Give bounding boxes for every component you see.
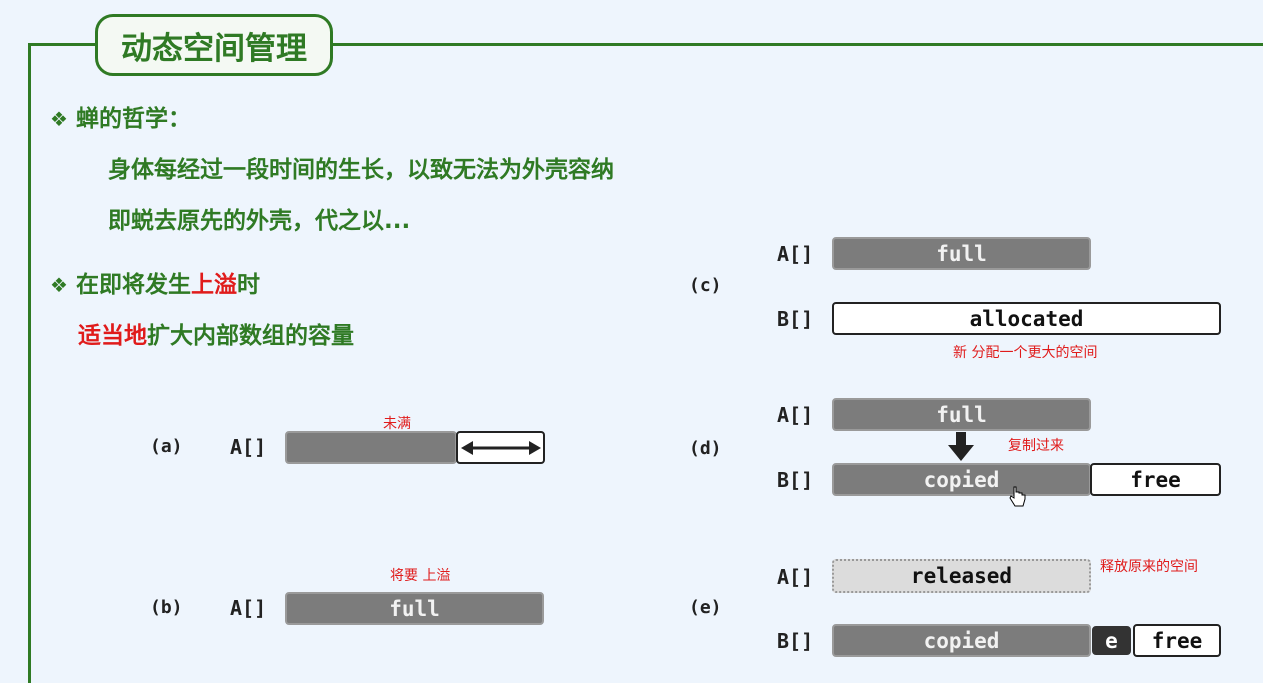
step-a-label: (a) — [150, 436, 183, 457]
double-arrow-icon — [460, 440, 541, 455]
step-d-b-free-bar: free — [1090, 463, 1221, 496]
step-d-b-copied-bar: copied — [832, 463, 1091, 496]
step-a-used-bar — [285, 431, 457, 464]
bullet-diamond-icon: ❖ — [50, 107, 68, 131]
step-e-b-new-element: e — [1092, 626, 1131, 655]
step-b-array: A[] — [230, 596, 267, 620]
step-e-a-array: A[] — [777, 565, 814, 589]
step-e-b-array: B[] — [777, 629, 814, 653]
step-c-label: (c) — [689, 275, 722, 296]
step-c-a-full-bar: full — [832, 237, 1091, 270]
step-b-note: 将要 上溢 — [390, 568, 451, 584]
step-d-a-full-bar: full — [832, 398, 1091, 431]
step-e-b-free-bar: free — [1133, 624, 1221, 657]
hand-cursor-icon — [1009, 486, 1026, 507]
step-c-note: 新 分配一个更大的空间 — [953, 345, 1098, 361]
step-d-note: 复制过来 — [1008, 438, 1064, 454]
step-a-note: 未满 — [383, 416, 411, 432]
bullet-2-pre: 在即将发生 — [75, 272, 191, 298]
bullet-3-text: 扩大内部数组的容量 — [147, 323, 354, 349]
bullet-2: ❖ 在即将发生上溢时 — [50, 265, 260, 299]
step-d-label: (d) — [689, 438, 722, 459]
bullet-1-text: 蝉的哲学： — [75, 106, 191, 132]
step-e-label: (e) — [689, 597, 722, 618]
step-a-array: A[] — [230, 435, 267, 459]
bullet-3: 适当地扩大内部数组的容量 — [78, 316, 354, 350]
bullet-3-highlight: 适当地 — [78, 323, 147, 349]
step-e-b-copied-bar: copied — [832, 624, 1091, 657]
step-e-a-released-bar: released — [832, 559, 1091, 593]
bullet-1: ❖ 蝉的哲学： — [50, 99, 191, 133]
step-b-full-bar: full — [285, 592, 544, 625]
step-d-b-array: B[] — [777, 468, 814, 492]
step-a-free-bar — [456, 431, 545, 464]
bullet-1-line-1: 身体每经过一段时间的生长，以致无法为外壳容纳 — [108, 157, 614, 183]
step-e-note: 释放原来的空间 — [1100, 559, 1198, 575]
bullet-diamond-icon: ❖ — [50, 273, 68, 297]
step-c-b-array: B[] — [777, 307, 814, 331]
step-c-b-allocated-bar: allocated — [832, 302, 1221, 335]
bullet-2-post: 时 — [236, 272, 260, 298]
step-d-a-array: A[] — [777, 403, 814, 427]
step-c-a-array: A[] — [777, 242, 814, 266]
frame-left-line — [28, 43, 31, 683]
bullet-1-line-2: 即蜕去原先的外壳，代之以... — [108, 208, 411, 234]
slide-title: 动态空间管理 — [95, 14, 333, 76]
bullet-2-highlight: 上溢 — [190, 272, 237, 298]
down-arrow-icon — [948, 432, 974, 461]
step-b-label: (b) — [150, 597, 183, 618]
